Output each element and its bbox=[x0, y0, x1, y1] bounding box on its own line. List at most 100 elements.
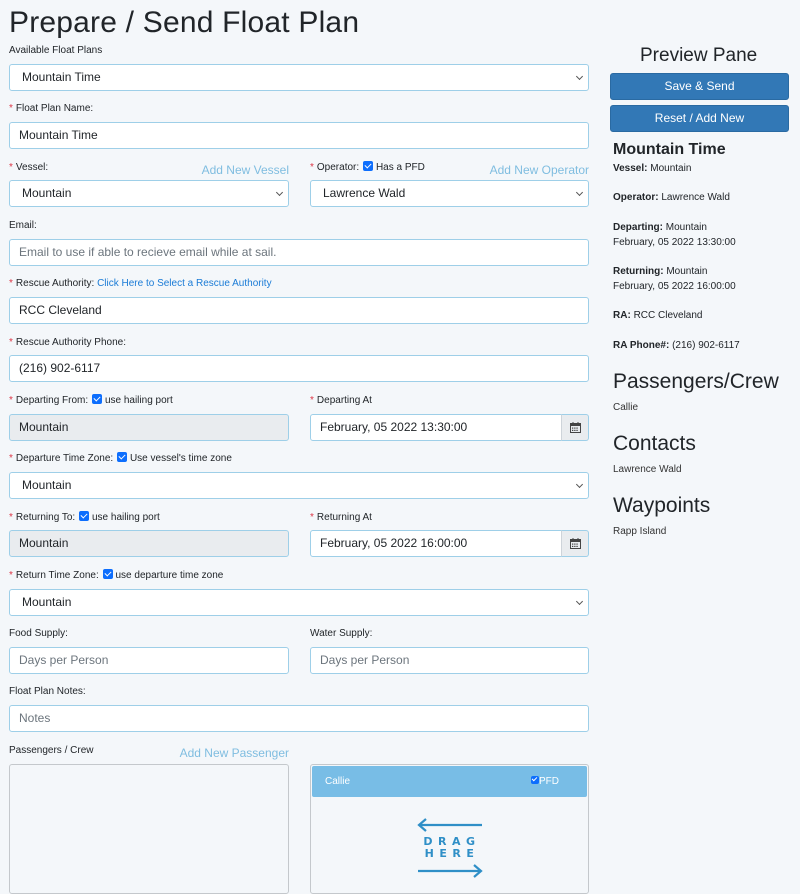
calendar-icon bbox=[570, 538, 581, 549]
crew-pfd-label: PFD bbox=[539, 776, 559, 787]
preview-departing-label: Departing: bbox=[613, 222, 663, 233]
departing-at-calendar-button[interactable] bbox=[561, 414, 589, 441]
chevron-down-icon bbox=[275, 188, 284, 197]
rescue-phone-label: * Rescue Authority Phone: bbox=[9, 336, 126, 350]
add-new-passenger-link[interactable]: Add New Passenger bbox=[180, 745, 289, 761]
required-marker: * bbox=[9, 570, 13, 581]
operator-label: * Operator: Has a PFD bbox=[310, 161, 425, 175]
return-tz-label: * Return Time Zone: use departure time zo… bbox=[9, 569, 223, 583]
departing-hailing-port-label: use hailing port bbox=[104, 395, 173, 406]
returning-at-label-text: Returning At bbox=[316, 512, 372, 523]
operator-label-text: Operator: bbox=[316, 162, 360, 173]
preview-ra: RA: RCC Cleveland bbox=[613, 308, 702, 323]
add-new-vessel-link[interactable]: Add New Vessel bbox=[202, 162, 289, 178]
operator-pfd-checkbox[interactable] bbox=[362, 161, 373, 171]
available-passengers-list[interactable] bbox=[9, 764, 289, 894]
drag-here-text: DRAG HERE bbox=[416, 836, 488, 860]
available-plans-value: Mountain Time bbox=[22, 70, 101, 84]
preview-plan-name: Mountain Time bbox=[613, 141, 726, 158]
vessel-tz-checkbox[interactable] bbox=[116, 452, 127, 462]
email-input[interactable]: Email to use if able to recieve email wh… bbox=[9, 239, 589, 266]
preview-returning-value: Mountain bbox=[666, 266, 708, 277]
preview-contact-item: Lawrence Wald bbox=[613, 464, 682, 475]
plan-name-label: * Float Plan Name: bbox=[9, 102, 93, 116]
preview-vessel-label: Vessel: bbox=[613, 163, 648, 174]
returning-at-calendar-button[interactable] bbox=[561, 530, 589, 557]
preview-ra-label: RA: bbox=[613, 310, 631, 321]
rescue-phone-input[interactable]: (216) 902-6117 bbox=[9, 355, 589, 382]
operator-value: Lawrence Wald bbox=[323, 186, 406, 200]
vessel-label: * Vessel: bbox=[9, 161, 48, 175]
required-marker: * bbox=[9, 337, 13, 348]
return-tz-select[interactable]: Mountain bbox=[9, 589, 589, 616]
passengers-label: Passengers / Crew bbox=[9, 745, 94, 756]
return-tz-label-text: Return Time Zone: bbox=[15, 570, 99, 581]
departing-hailing-port-checkbox[interactable] bbox=[91, 394, 102, 404]
chevron-down-icon bbox=[575, 188, 584, 197]
vessel-value: Mountain bbox=[22, 186, 72, 200]
preview-departing: Departing: Mountain February, 05 2022 13:… bbox=[613, 220, 736, 250]
here-text: HERE bbox=[424, 847, 480, 860]
arrow-right-icon bbox=[418, 864, 483, 878]
departing-at-input[interactable]: February, 05 2022 13:30:00 bbox=[310, 414, 562, 441]
email-label: Email: bbox=[9, 220, 37, 231]
required-marker: * bbox=[310, 395, 314, 406]
required-marker: * bbox=[9, 512, 13, 523]
returning-at-input[interactable]: February, 05 2022 16:00:00 bbox=[310, 530, 562, 557]
returning-hailing-port-checkbox[interactable] bbox=[78, 511, 89, 521]
food-supply-input[interactable]: Days per Person bbox=[9, 647, 289, 674]
preview-returning-datetime: February, 05 2022 16:00:00 bbox=[613, 281, 736, 292]
preview-passengers-heading: Passengers/Crew bbox=[613, 370, 779, 393]
preview-waypoints-heading: Waypoints bbox=[613, 494, 711, 517]
returning-at-label: * Returning At bbox=[310, 511, 372, 525]
preview-ra-phone-value: (216) 902-6117 bbox=[672, 340, 740, 351]
select-rescue-authority-link[interactable]: Click Here to Select a Rescue Authority bbox=[97, 278, 272, 289]
rescue-phone-label-text: Rescue Authority Phone: bbox=[15, 337, 126, 348]
page-title: Prepare / Send Float Plan bbox=[9, 6, 360, 39]
vessel-tz-label: Use vessel's time zone bbox=[129, 453, 232, 464]
notes-label: Float Plan Notes: bbox=[9, 686, 86, 697]
plan-name-label-text: Float Plan Name: bbox=[15, 103, 94, 114]
plan-name-input[interactable]: Mountain Time bbox=[9, 122, 589, 149]
available-plans-select[interactable]: Mountain Time bbox=[9, 64, 589, 91]
operator-pfd-label: Has a PFD bbox=[375, 162, 425, 173]
preview-departing-datetime: February, 05 2022 13:30:00 bbox=[613, 237, 736, 248]
returning-to-label-text: Returning To: bbox=[15, 512, 76, 523]
departure-tz-label: * Departure Time Zone: Use vessel's time … bbox=[9, 452, 232, 466]
departing-from-input: Mountain bbox=[9, 414, 289, 441]
crew-pfd: PFD bbox=[531, 766, 559, 797]
rescue-authority-input[interactable]: RCC Cleveland bbox=[9, 297, 589, 324]
vessel-select[interactable]: Mountain bbox=[9, 180, 289, 207]
departure-tz-checkbox[interactable] bbox=[102, 569, 113, 579]
return-tz-value: Mountain bbox=[22, 595, 72, 609]
departure-tz-select[interactable]: Mountain bbox=[9, 472, 589, 499]
operator-select[interactable]: Lawrence Wald bbox=[310, 180, 589, 207]
rescue-authority-label-text: Rescue Authority: bbox=[15, 278, 95, 289]
calendar-icon bbox=[570, 422, 581, 433]
crew-card[interactable]: Callie PFD bbox=[312, 766, 587, 797]
selected-passengers-dropzone[interactable]: Callie PFD DRAG HERE bbox=[310, 764, 589, 894]
required-marker: * bbox=[9, 103, 13, 114]
departing-at-label-text: Departing At bbox=[316, 395, 372, 406]
preview-operator: Operator: Lawrence Wald bbox=[613, 190, 730, 205]
returning-hailing-port-label: use hailing port bbox=[91, 512, 160, 523]
food-supply-label: Food Supply: bbox=[9, 628, 68, 639]
preview-contacts-heading: Contacts bbox=[613, 432, 696, 455]
water-supply-input[interactable]: Days per Person bbox=[310, 647, 589, 674]
returning-to-input: Mountain bbox=[9, 530, 289, 557]
returning-to-label: * Returning To: use hailing port bbox=[9, 511, 160, 525]
arrow-left-icon bbox=[417, 818, 482, 832]
add-new-operator-link[interactable]: Add New Operator bbox=[490, 162, 589, 178]
reset-add-new-button[interactable]: Reset / Add New bbox=[610, 105, 789, 132]
crew-name: Callie bbox=[325, 776, 351, 787]
notes-input[interactable]: Notes bbox=[9, 705, 589, 732]
crew-pfd-checkbox[interactable] bbox=[531, 776, 539, 784]
departure-tz-checkbox-label: use departure time zone bbox=[115, 570, 224, 581]
required-marker: * bbox=[9, 453, 13, 464]
preview-ra-value: RCC Cleveland bbox=[633, 310, 703, 321]
required-marker: * bbox=[9, 278, 13, 289]
vessel-label-text: Vessel: bbox=[15, 162, 49, 173]
required-marker: * bbox=[9, 162, 13, 173]
preview-passenger-item: Callie bbox=[613, 402, 639, 413]
save-send-button[interactable]: Save & Send bbox=[610, 73, 789, 100]
